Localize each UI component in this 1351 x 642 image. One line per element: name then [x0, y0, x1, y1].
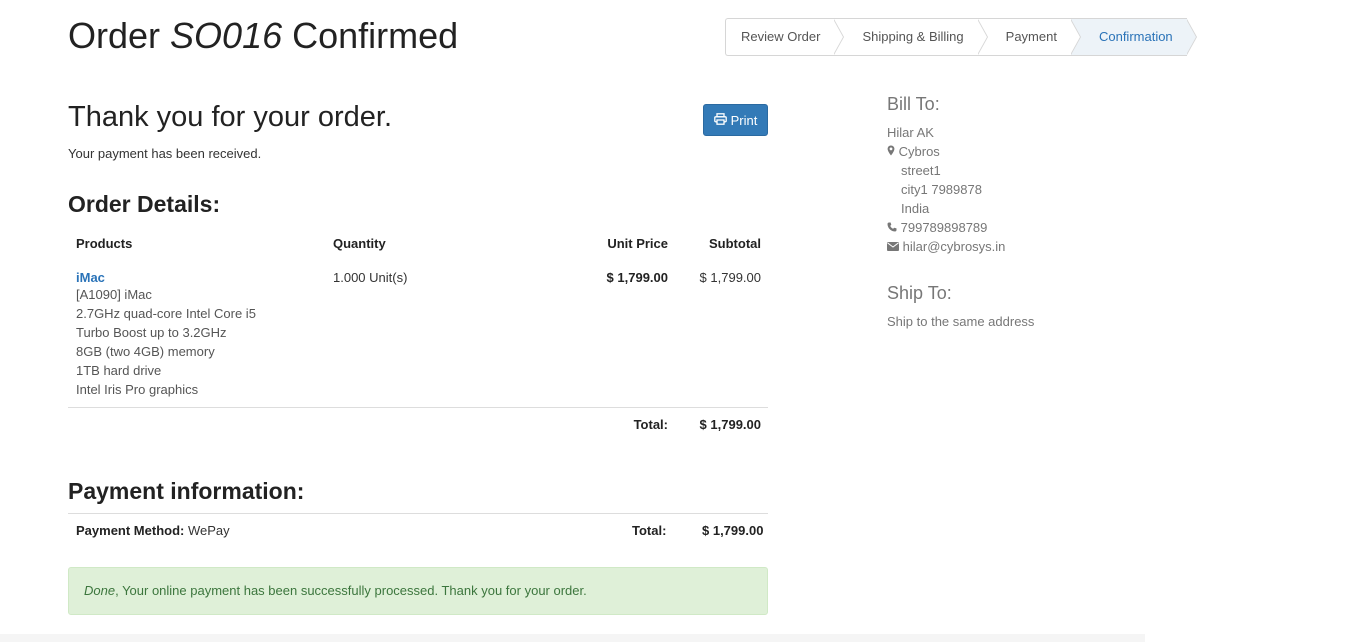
- phone-icon: [887, 220, 901, 235]
- bill-to-company-row: Cybros: [887, 142, 1005, 161]
- bill-to-phone: 799789898789: [900, 220, 988, 235]
- payment-method-value: WePay: [187, 523, 230, 538]
- order-details-heading: Order Details:: [68, 191, 221, 217]
- ship-to-text: Ship to the same address: [887, 314, 1035, 329]
- wizard-step-review-order[interactable]: Review Order: [726, 19, 845, 55]
- bill-to-name: Hilar AK: [887, 125, 934, 140]
- ship-to-section: Ship To: Ship to the same address: [887, 283, 1034, 331]
- payment-method: Payment Method: WePay: [76, 523, 230, 538]
- alert-message: , Your online payment has been successfu…: [115, 583, 587, 598]
- footer-strip: [0, 634, 1145, 642]
- bill-to-country: India: [901, 201, 930, 216]
- bill-to-company: Cybros: [898, 144, 940, 159]
- product-link-imac[interactable]: iMac: [76, 270, 105, 285]
- payment-success-alert: Done, Your online payment has been succe…: [68, 567, 768, 615]
- print-button[interactable]: Print: [703, 104, 768, 136]
- order-total-value: $ 1,799.00: [699, 417, 761, 432]
- payment-total-value: $ 1,799.00: [702, 523, 764, 538]
- bill-to-email: hilar@cybrosys.in: [902, 239, 1006, 254]
- bill-to-section: Bill To: Hilar AK Cybros street1 city1 7…: [887, 94, 1005, 256]
- envelope-icon: [887, 239, 903, 254]
- print-button-label: Print: [730, 112, 758, 128]
- print-icon: [713, 112, 727, 128]
- wizard-step-payment[interactable]: Payment: [978, 19, 1082, 55]
- product-description-line: 8GB (two 4GB) memory: [76, 344, 215, 359]
- product-description-line: Intel Iris Pro graphics: [76, 382, 199, 397]
- order-number: SO016: [170, 15, 283, 56]
- product-description-line: 1TB hard drive: [76, 363, 162, 378]
- bill-to-heading: Bill To:: [887, 94, 940, 114]
- table-divider: [68, 407, 768, 408]
- column-header-unit-price: Unit Price: [607, 236, 668, 251]
- alert-done: Done: [84, 583, 116, 598]
- title-prefix: Order: [68, 15, 161, 56]
- column-header-quantity: Quantity: [333, 236, 386, 251]
- wizard-step-shipping-billing[interactable]: Shipping & Billing: [834, 19, 988, 55]
- order-total-label: Total:: [633, 417, 668, 432]
- bill-to-phone-row: 799789898789: [887, 218, 1005, 237]
- payment-information-heading: Payment information:: [68, 478, 305, 504]
- map-marker-icon: [887, 144, 899, 159]
- table-row: iMac [A1090] iMac 2.7GHz quad-core Intel…: [76, 270, 256, 399]
- bill-to-street: street1: [901, 163, 941, 178]
- product-description-line: [A1090] iMac: [76, 287, 152, 302]
- thank-you-heading: Thank you for your order.: [68, 101, 392, 133]
- column-header-products: Products: [76, 236, 133, 251]
- page-title: Order SO016 Confirmed: [68, 14, 458, 58]
- line-subtotal: $ 1,799.00: [699, 270, 761, 285]
- payment-received-text: Your payment has been received.: [68, 146, 262, 161]
- payment-divider: [68, 513, 768, 514]
- product-description-line: 2.7GHz quad-core Intel Core i5: [76, 306, 256, 321]
- column-header-subtotal: Subtotal: [709, 236, 761, 251]
- payment-method-label: Payment Method:: [76, 523, 185, 538]
- payment-total-label: Total:: [632, 523, 667, 538]
- checkout-wizard: Review Order Shipping & Billing Payment …: [725, 18, 1197, 56]
- bill-to-city: city1 7989878: [901, 182, 982, 197]
- line-quantity: 1.000 Unit(s): [333, 270, 408, 285]
- wizard-step-confirmation[interactable]: Confirmation: [1070, 19, 1197, 55]
- line-unit-price: $ 1,799.00: [606, 270, 668, 285]
- title-suffix: Confirmed: [292, 15, 459, 56]
- ship-to-heading: Ship To:: [887, 283, 952, 303]
- bill-to-email-row: hilar@cybrosys.in: [887, 237, 1005, 256]
- product-description-line: Turbo Boost up to 3.2GHz: [76, 325, 227, 340]
